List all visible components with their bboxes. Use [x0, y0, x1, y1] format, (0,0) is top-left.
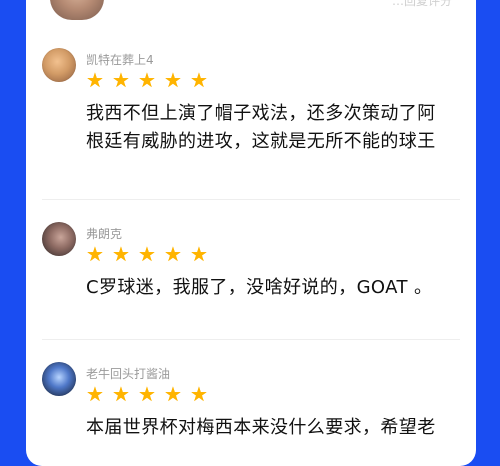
star-icon: ★ [138, 382, 156, 406]
star-icon: ★ [86, 68, 104, 92]
avatar[interactable] [42, 222, 76, 256]
star-icon: ★ [86, 382, 104, 406]
review-username[interactable]: 老牛回头打酱油 [86, 365, 170, 382]
star-icon: ★ [112, 242, 130, 266]
star-icon: ★ [112, 68, 130, 92]
star-icon: ★ [190, 242, 208, 266]
reviews-card: …回复评分 凯特在葬上4 ★ ★ ★ ★ ★ 我西不但上演了帽子戏法，还多次策动… [26, 0, 476, 466]
divider [42, 199, 460, 200]
review-username[interactable]: 凯特在葬上4 [86, 51, 154, 68]
star-icon: ★ [86, 242, 104, 266]
rating-stars: ★ ★ ★ ★ ★ [86, 70, 210, 90]
star-icon: ★ [190, 68, 208, 92]
star-icon: ★ [138, 242, 156, 266]
star-icon: ★ [138, 68, 156, 92]
rating-stars: ★ ★ ★ ★ ★ [86, 244, 210, 264]
review-username[interactable]: 弗朗克 [86, 225, 122, 242]
review-content: 我西不但上演了帽子戏法，还多次策动了阿 根廷有威胁的进攻，这就是无所不能的球王 [86, 103, 436, 152]
star-icon: ★ [112, 382, 130, 406]
star-icon: ★ [164, 382, 182, 406]
review-content: C罗球迷，我服了，没啥好说的，GOAT 。 [86, 277, 433, 298]
review-item-2: 弗朗克 ★ ★ ★ ★ ★ C罗球迷，我服了，没啥好说的，GOAT 。 [42, 222, 460, 318]
avatar[interactable] [42, 48, 76, 82]
rating-stars: ★ ★ ★ ★ ★ [86, 384, 210, 404]
star-icon: ★ [164, 68, 182, 92]
review-content: 本届世界杯对梅西本来没什么要求，希望老 [86, 417, 436, 438]
star-icon: ★ [190, 382, 208, 406]
review-item-3: 老牛回头打酱油 ★ ★ ★ ★ ★ 本届世界杯对梅西本来没什么要求，希望老 [42, 362, 460, 466]
review-item-1: 凯特在葬上4 ★ ★ ★ ★ ★ 我西不但上演了帽子戏法，还多次策动了阿 根廷有… [42, 48, 460, 168]
star-icon: ★ [164, 242, 182, 266]
top-cropped-avatar [50, 0, 104, 20]
divider [42, 339, 460, 340]
top-right-action-text[interactable]: …回复评分 [392, 0, 452, 9]
avatar[interactable] [42, 362, 76, 396]
